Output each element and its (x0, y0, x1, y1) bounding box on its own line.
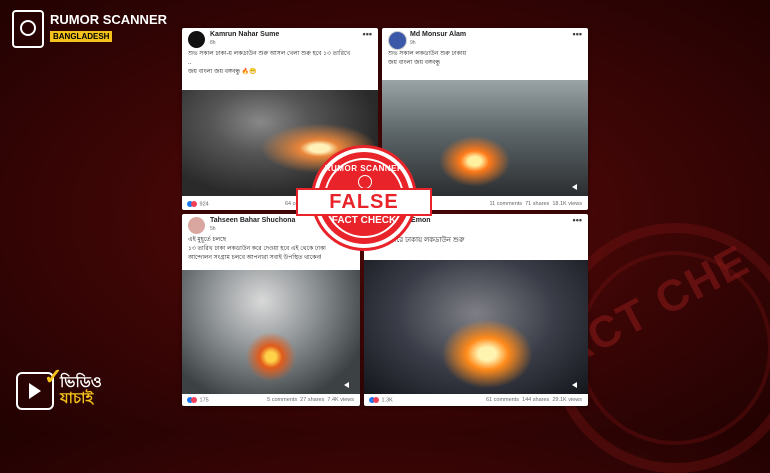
scanner-icon (358, 175, 372, 189)
video-logo-line2: যাচাই (60, 390, 94, 407)
post-text: জয় বাংলা জয় বঙ্গবন্ধু 🔥😁 (188, 69, 257, 75)
reaction-count[interactable]: 1.3K (369, 397, 393, 403)
avatar[interactable] (188, 31, 205, 48)
checkmark-icon: ✓ (44, 364, 63, 389)
post-author[interactable]: Md Monsur Alam (410, 31, 466, 38)
post-stats: 11 comments 71 shares 18.1K views (489, 201, 582, 207)
avatar[interactable] (188, 217, 205, 234)
post-author[interactable]: Tahseen Bahar Shuchona (210, 217, 295, 224)
post-video[interactable] (364, 260, 588, 394)
post-time: 9h (410, 40, 416, 46)
post-text: জয় বাংলা জয় বঙ্গবন্ধু (388, 60, 441, 66)
stamp-label: FACT CHECK (331, 215, 397, 226)
post-author[interactable]: Kamrun Nahar Sume (210, 31, 279, 38)
video-logo-line1: ভিডিও (60, 374, 102, 391)
volume-icon[interactable] (572, 183, 580, 190)
post-video[interactable] (182, 270, 360, 394)
volume-icon[interactable] (344, 381, 352, 388)
post-stats: 61 comments 144 shares 29.1K views (485, 397, 582, 403)
post-text: .. (188, 60, 192, 66)
play-icon: ✓ (16, 364, 62, 410)
post-text: আন্দোলন সংগ্রাম চলবে আপনারা সবাই উপস্থিত… (188, 255, 322, 261)
post-stats: 5 comments 27 shares 7.4K views (267, 397, 354, 403)
reaction-count[interactable]: 924 (187, 201, 209, 207)
brand-name: RUMOR SCANNER (50, 12, 167, 27)
post-time: 8h (210, 40, 216, 46)
scanner-icon (12, 10, 44, 48)
more-options-icon[interactable]: ••• (363, 29, 372, 39)
volume-icon[interactable] (572, 381, 580, 388)
post-time: 5h (210, 226, 216, 232)
reaction-count[interactable]: 175 (187, 397, 209, 403)
stamp-verdict: FALSE (329, 191, 399, 213)
more-options-icon[interactable]: ••• (573, 29, 582, 39)
avatar[interactable] (388, 31, 407, 50)
post-text: শুভ সকাল লকডাউন শুরু ঢাকায় (388, 51, 467, 57)
more-options-icon[interactable]: ••• (573, 215, 582, 225)
post-text: শুভ সকাল ঢাকা-য় লকডাউন শুরু আসল খেলা শু… (188, 51, 351, 57)
rumor-scanner-logo: RUMOR SCANNER BANGLADESH (12, 10, 167, 48)
video-check-logo: ✓ ভিডিও যাচাই (16, 364, 102, 410)
stamp-brand: RUMOR SCANNER (324, 164, 404, 173)
brand-sub: BANGLADESH (50, 31, 113, 42)
false-fact-check-stamp: RUMOR SCANNER FALSE FACT CHECK (296, 148, 432, 248)
